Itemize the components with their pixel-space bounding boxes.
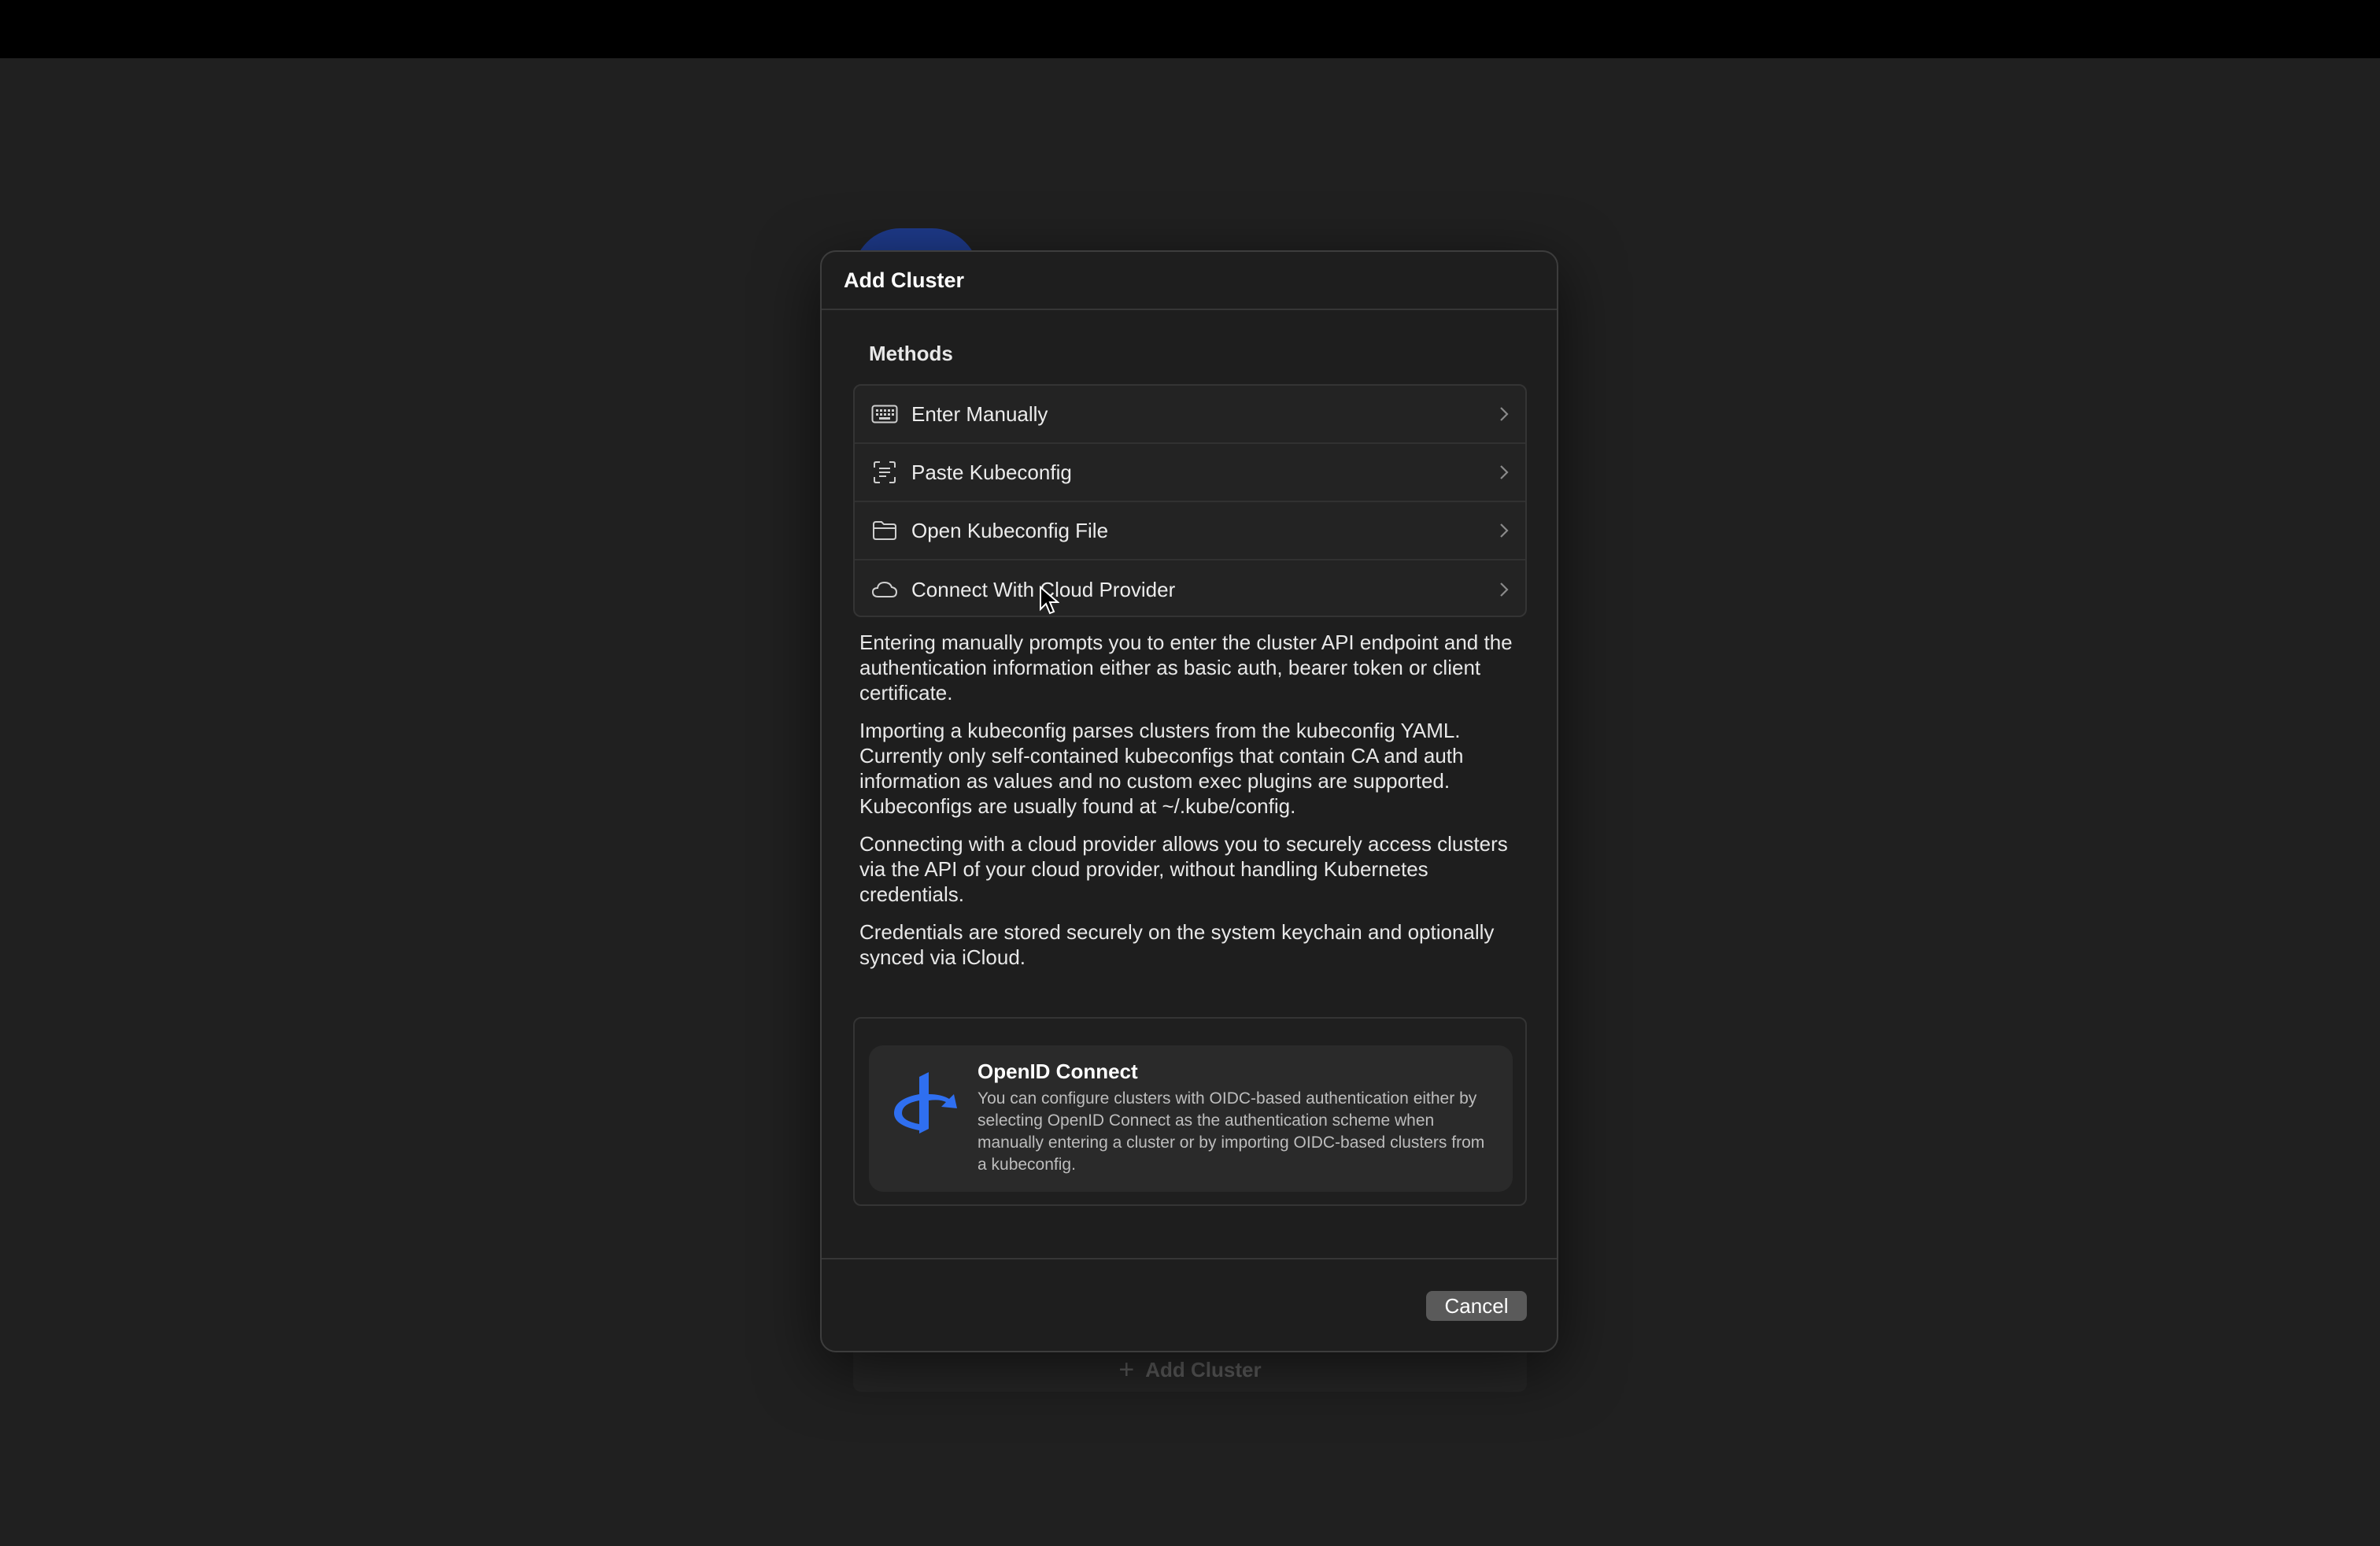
method-label: Paste Kubeconfig: [911, 460, 1072, 484]
add-cluster-dialog: Add Cluster Methods Enter Manually Paste…: [820, 250, 1558, 1352]
description-kubeconfig: Importing a kubeconfig parses clusters f…: [859, 719, 1464, 818]
method-paste-kubeconfig[interactable]: Paste Kubeconfig: [855, 444, 1525, 502]
method-label: Open Kubeconfig File: [911, 518, 1109, 542]
chevron-right-icon: [1495, 581, 1513, 598]
description-manual: Entering manually prompts you to enter t…: [859, 631, 1513, 705]
chevron-right-icon: [1495, 464, 1513, 481]
dialog-title: Add Cluster: [844, 268, 965, 292]
oidc-body: You can configure clusters with OIDC-bas…: [978, 1089, 1485, 1174]
method-open-kubeconfig-file[interactable]: Open Kubeconfig File: [855, 502, 1525, 560]
chevron-right-icon: [1495, 522, 1513, 539]
description-credentials: Credentials are stored securely on the s…: [859, 920, 1495, 969]
oidc-title: OpenID Connect: [978, 1060, 1138, 1083]
methods-description: Entering manually prompts you to enter t…: [859, 630, 1530, 982]
plus-icon: +: [1118, 1355, 1135, 1385]
chevron-right-icon: [1495, 405, 1513, 423]
menu-bar: [0, 0, 2380, 58]
mouse-cursor-icon: [1039, 585, 1060, 616]
oidc-info-card: OpenID Connect You can configure cluster…: [869, 1045, 1513, 1192]
method-connect-cloud-provider[interactable]: Connect With Cloud Provider: [855, 560, 1525, 619]
cloud-icon: [869, 577, 900, 602]
methods-list: Enter Manually Paste Kubeconfig Open Kub…: [853, 384, 1527, 617]
oidc-section: OpenID Connect You can configure cluster…: [853, 1017, 1527, 1206]
openid-logo-icon: [885, 1063, 960, 1138]
methods-section-label: Methods: [869, 342, 953, 365]
dialog-footer: Cancel: [822, 1258, 1557, 1351]
cancel-button[interactable]: Cancel: [1426, 1291, 1527, 1321]
method-enter-manually[interactable]: Enter Manually: [855, 386, 1525, 444]
background-add-cluster-button: + Add Cluster: [853, 1348, 1527, 1392]
keyboard-icon: [869, 401, 900, 427]
description-cloud-provider: Connecting with a cloud provider allows …: [859, 832, 1508, 906]
dialog-header: Add Cluster: [822, 252, 1557, 310]
paste-scan-icon: [869, 460, 900, 485]
folder-icon: [869, 518, 900, 543]
background-add-cluster-label: Add Cluster: [1145, 1357, 1262, 1381]
method-label: Enter Manually: [911, 401, 1048, 426]
